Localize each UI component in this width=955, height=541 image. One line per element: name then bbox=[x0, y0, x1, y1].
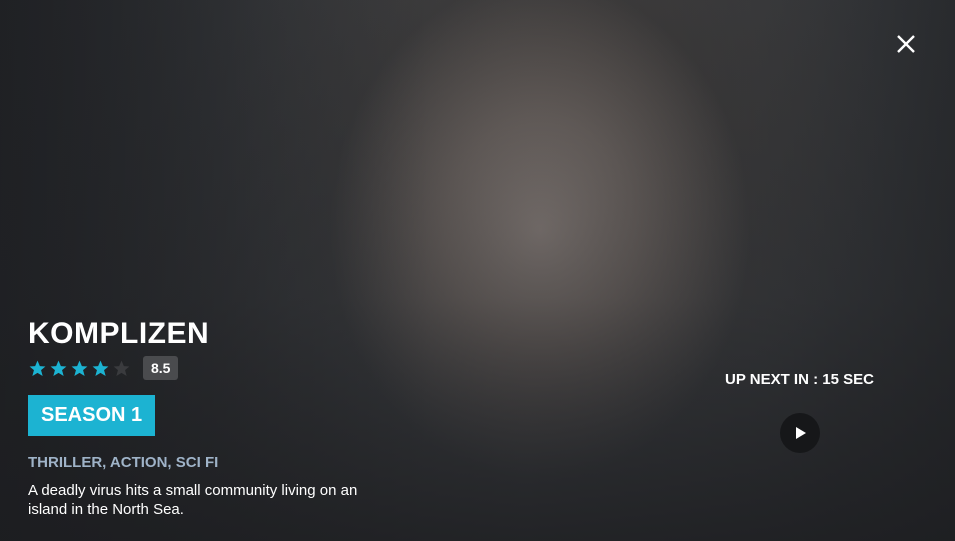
season-button[interactable]: SEASON 1 bbox=[28, 395, 156, 436]
synopsis: A deadly virus hits a small community li… bbox=[28, 482, 358, 518]
close-button[interactable] bbox=[892, 30, 920, 58]
up-next-countdown: UP NEXT IN : 15 SEC bbox=[725, 371, 874, 388]
show-info-panel: KOMPLIZEN 8.5 SEASON 1 THRILLER, ACTION,… bbox=[28, 317, 398, 519]
rating-badge: 8.5 bbox=[143, 356, 179, 380]
close-icon bbox=[897, 35, 915, 53]
star-rating bbox=[28, 359, 131, 378]
star-icon bbox=[29, 360, 46, 376]
star-icon bbox=[92, 360, 109, 376]
genre-list: THRILLER, ACTION, SCI FI bbox=[28, 454, 219, 471]
rating-row: 8.5 bbox=[28, 355, 398, 381]
play-next-button[interactable] bbox=[780, 413, 820, 453]
play-icon bbox=[796, 427, 806, 439]
star-icon bbox=[71, 360, 88, 376]
show-title: KOMPLIZEN bbox=[28, 317, 210, 350]
star-icon bbox=[113, 360, 130, 376]
star-icon bbox=[50, 360, 67, 376]
